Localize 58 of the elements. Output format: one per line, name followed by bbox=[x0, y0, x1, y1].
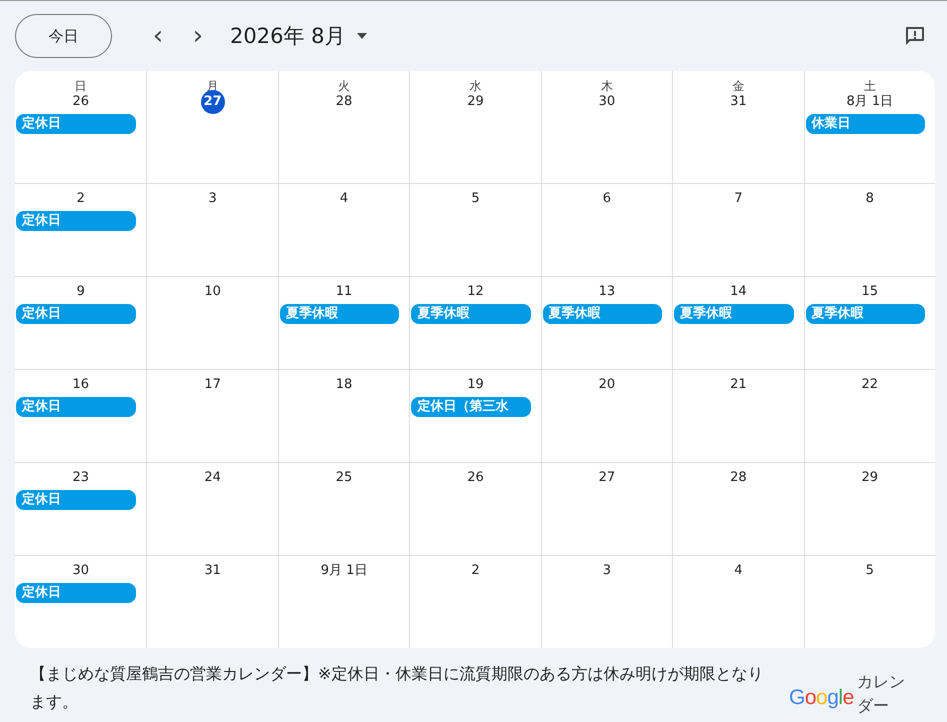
date-number[interactable]: 18 bbox=[336, 376, 352, 394]
feedback-icon[interactable] bbox=[903, 24, 927, 48]
date-number[interactable]: 9月 1日 bbox=[320, 562, 368, 580]
date-number[interactable]: 19 bbox=[467, 376, 484, 394]
date-number[interactable]: 4 bbox=[340, 190, 348, 208]
date-number[interactable]: 8 bbox=[866, 190, 874, 208]
date-number[interactable]: 2 bbox=[471, 562, 480, 580]
weekday-label: 金 bbox=[732, 79, 744, 93]
date-number[interactable]: 27 bbox=[598, 469, 616, 487]
date-number[interactable]: 15 bbox=[862, 283, 878, 301]
date-number[interactable]: 31 bbox=[730, 93, 747, 111]
date-number[interactable]: 5 bbox=[471, 190, 480, 208]
date-number[interactable]: 14 bbox=[730, 283, 747, 301]
date-number[interactable]: 6 bbox=[602, 190, 612, 208]
today-button[interactable]: 今日 bbox=[15, 14, 112, 58]
date-number[interactable]: 30 bbox=[72, 562, 89, 580]
date-number[interactable]: 29 bbox=[862, 469, 878, 487]
date-number[interactable]: 11 bbox=[336, 283, 352, 301]
date-number[interactable]: 8月 1日 bbox=[846, 93, 894, 111]
weekday-label: 水 bbox=[469, 79, 482, 93]
date-number[interactable]: 27 bbox=[200, 90, 225, 114]
date-number[interactable]: 3 bbox=[208, 190, 217, 208]
date-number[interactable]: 24 bbox=[204, 469, 221, 487]
next-button[interactable]: › bbox=[178, 16, 218, 56]
weekday-label: 火 bbox=[338, 79, 350, 93]
date-number[interactable]: 2 bbox=[76, 190, 85, 208]
dropdown-caret-icon[interactable] bbox=[357, 33, 368, 39]
google-logo[interactable]: Google bbox=[789, 686, 854, 710]
previous-button[interactable]: ‹ bbox=[138, 16, 178, 56]
date-number[interactable]: 25 bbox=[336, 469, 352, 487]
date-number[interactable]: 5 bbox=[866, 562, 874, 580]
date-number[interactable]: 22 bbox=[862, 376, 878, 394]
date-number[interactable]: 7 bbox=[734, 190, 742, 208]
date-number[interactable]: 17 bbox=[204, 376, 221, 394]
date-number[interactable]: 12 bbox=[467, 283, 484, 301]
date-number[interactable]: 23 bbox=[72, 469, 89, 487]
date-number[interactable]: 4 bbox=[734, 562, 742, 580]
date-number[interactable]: 10 bbox=[204, 283, 221, 301]
weekday-label: 木 bbox=[600, 79, 613, 93]
calendar-description: 【まじめな質屋鶴吉の営業カレンダー】※定休日・休業日に流質期限のある方は休み明けが期限となります。 bbox=[30, 663, 764, 713]
date-number[interactable]: 30 bbox=[598, 93, 616, 111]
weekday-label: 月 bbox=[206, 79, 219, 93]
date-number[interactable]: 13 bbox=[598, 283, 616, 301]
month-title[interactable]: 2026年 8月 bbox=[230, 22, 346, 50]
weekday-label: 土 bbox=[864, 79, 876, 93]
date-number[interactable]: 20 bbox=[598, 376, 616, 394]
weekday-label: 日 bbox=[74, 79, 87, 93]
date-number[interactable]: 9 bbox=[76, 283, 85, 301]
date-number[interactable]: 28 bbox=[336, 93, 352, 111]
date-number[interactable]: 3 bbox=[602, 562, 612, 580]
date-number[interactable]: 26 bbox=[467, 469, 484, 487]
date-number[interactable]: 16 bbox=[72, 376, 89, 394]
date-number[interactable]: 26 bbox=[72, 93, 89, 111]
date-number[interactable]: 28 bbox=[730, 469, 747, 487]
date-number[interactable]: 29 bbox=[467, 93, 484, 111]
date-number[interactable]: 31 bbox=[204, 562, 221, 580]
date-number[interactable]: 21 bbox=[730, 376, 747, 394]
logo-caption: カレンダー bbox=[856, 671, 906, 717]
